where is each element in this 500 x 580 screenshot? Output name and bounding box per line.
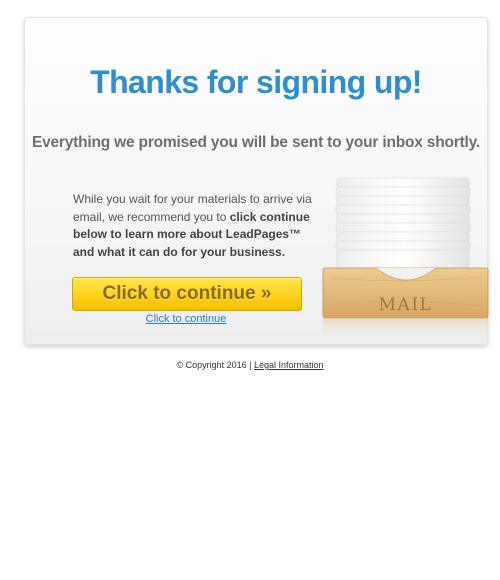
footer: © Copyright 2016 | Legal Information: [0, 360, 500, 370]
body-text: While you wait for your materials to arr…: [73, 191, 313, 261]
legal-information-link[interactable]: Legal Information: [254, 360, 324, 370]
page-title: Thanks for signing up!: [90, 64, 422, 100]
mail-tray-icon: MAIL: [322, 177, 489, 343]
thank-you-card: Thanks for signing up! Everything we pro…: [24, 17, 489, 345]
page-subtitle: Everything we promised you will be sent …: [31, 134, 481, 151]
continue-link[interactable]: Click to continue: [72, 313, 300, 325]
copyright-text: © Copyright 2016 |: [176, 360, 252, 370]
mail-label: MAIL: [379, 295, 433, 315]
continue-button[interactable]: Click to continue »: [72, 277, 302, 311]
